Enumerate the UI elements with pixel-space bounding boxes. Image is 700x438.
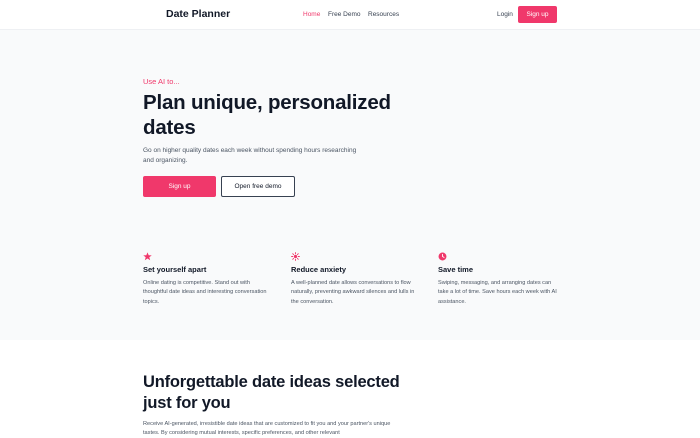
clock-icon — [438, 252, 447, 261]
feature-title: Reduce anxiety — [291, 265, 347, 274]
open-demo-button[interactable]: Open free demo — [221, 176, 295, 197]
section-title: Unforgettable date ideas selected just f… — [143, 373, 400, 412]
nav-signup-button[interactable]: Sign up — [518, 6, 557, 23]
feature-save-time: Save time Swiping, messaging, and arrang… — [438, 252, 563, 307]
feature-text: A well-planned date allows conversations… — [291, 280, 415, 305]
star-icon — [143, 252, 152, 261]
brand-logo[interactable]: Date Planner — [166, 8, 230, 20]
hero-eyebrow: Use AI to... — [143, 77, 180, 86]
feature-title: Set yourself apart — [143, 265, 207, 274]
nav-link-free-demo[interactable]: Free Demo — [328, 11, 361, 18]
login-link[interactable]: Login — [497, 11, 513, 18]
feature-set-apart: Set yourself apart Online dating is comp… — [143, 252, 268, 307]
nav-link-home[interactable]: Home — [303, 11, 320, 18]
feature-reduce-anxiety: Reduce anxiety A well-planned date allow… — [291, 252, 416, 307]
nav-link-resources[interactable]: Resources — [368, 11, 399, 18]
hero-signup-button[interactable]: Sign up — [143, 176, 216, 197]
hero-subtitle: Go on higher quality dates each week wit… — [143, 147, 357, 164]
top-navbar: Date Planner Home Free Demo Resources Lo… — [0, 0, 700, 30]
sun-icon — [291, 252, 300, 261]
hero-title: Plan unique, personalized dates — [143, 91, 391, 139]
feature-title: Save time — [438, 265, 474, 274]
section-description: Receive AI-generated, irresistible date … — [143, 421, 391, 437]
feature-text: Online dating is competitive. Stand out … — [143, 280, 267, 305]
feature-text: Swiping, messaging, and arranging dates … — [438, 280, 557, 305]
